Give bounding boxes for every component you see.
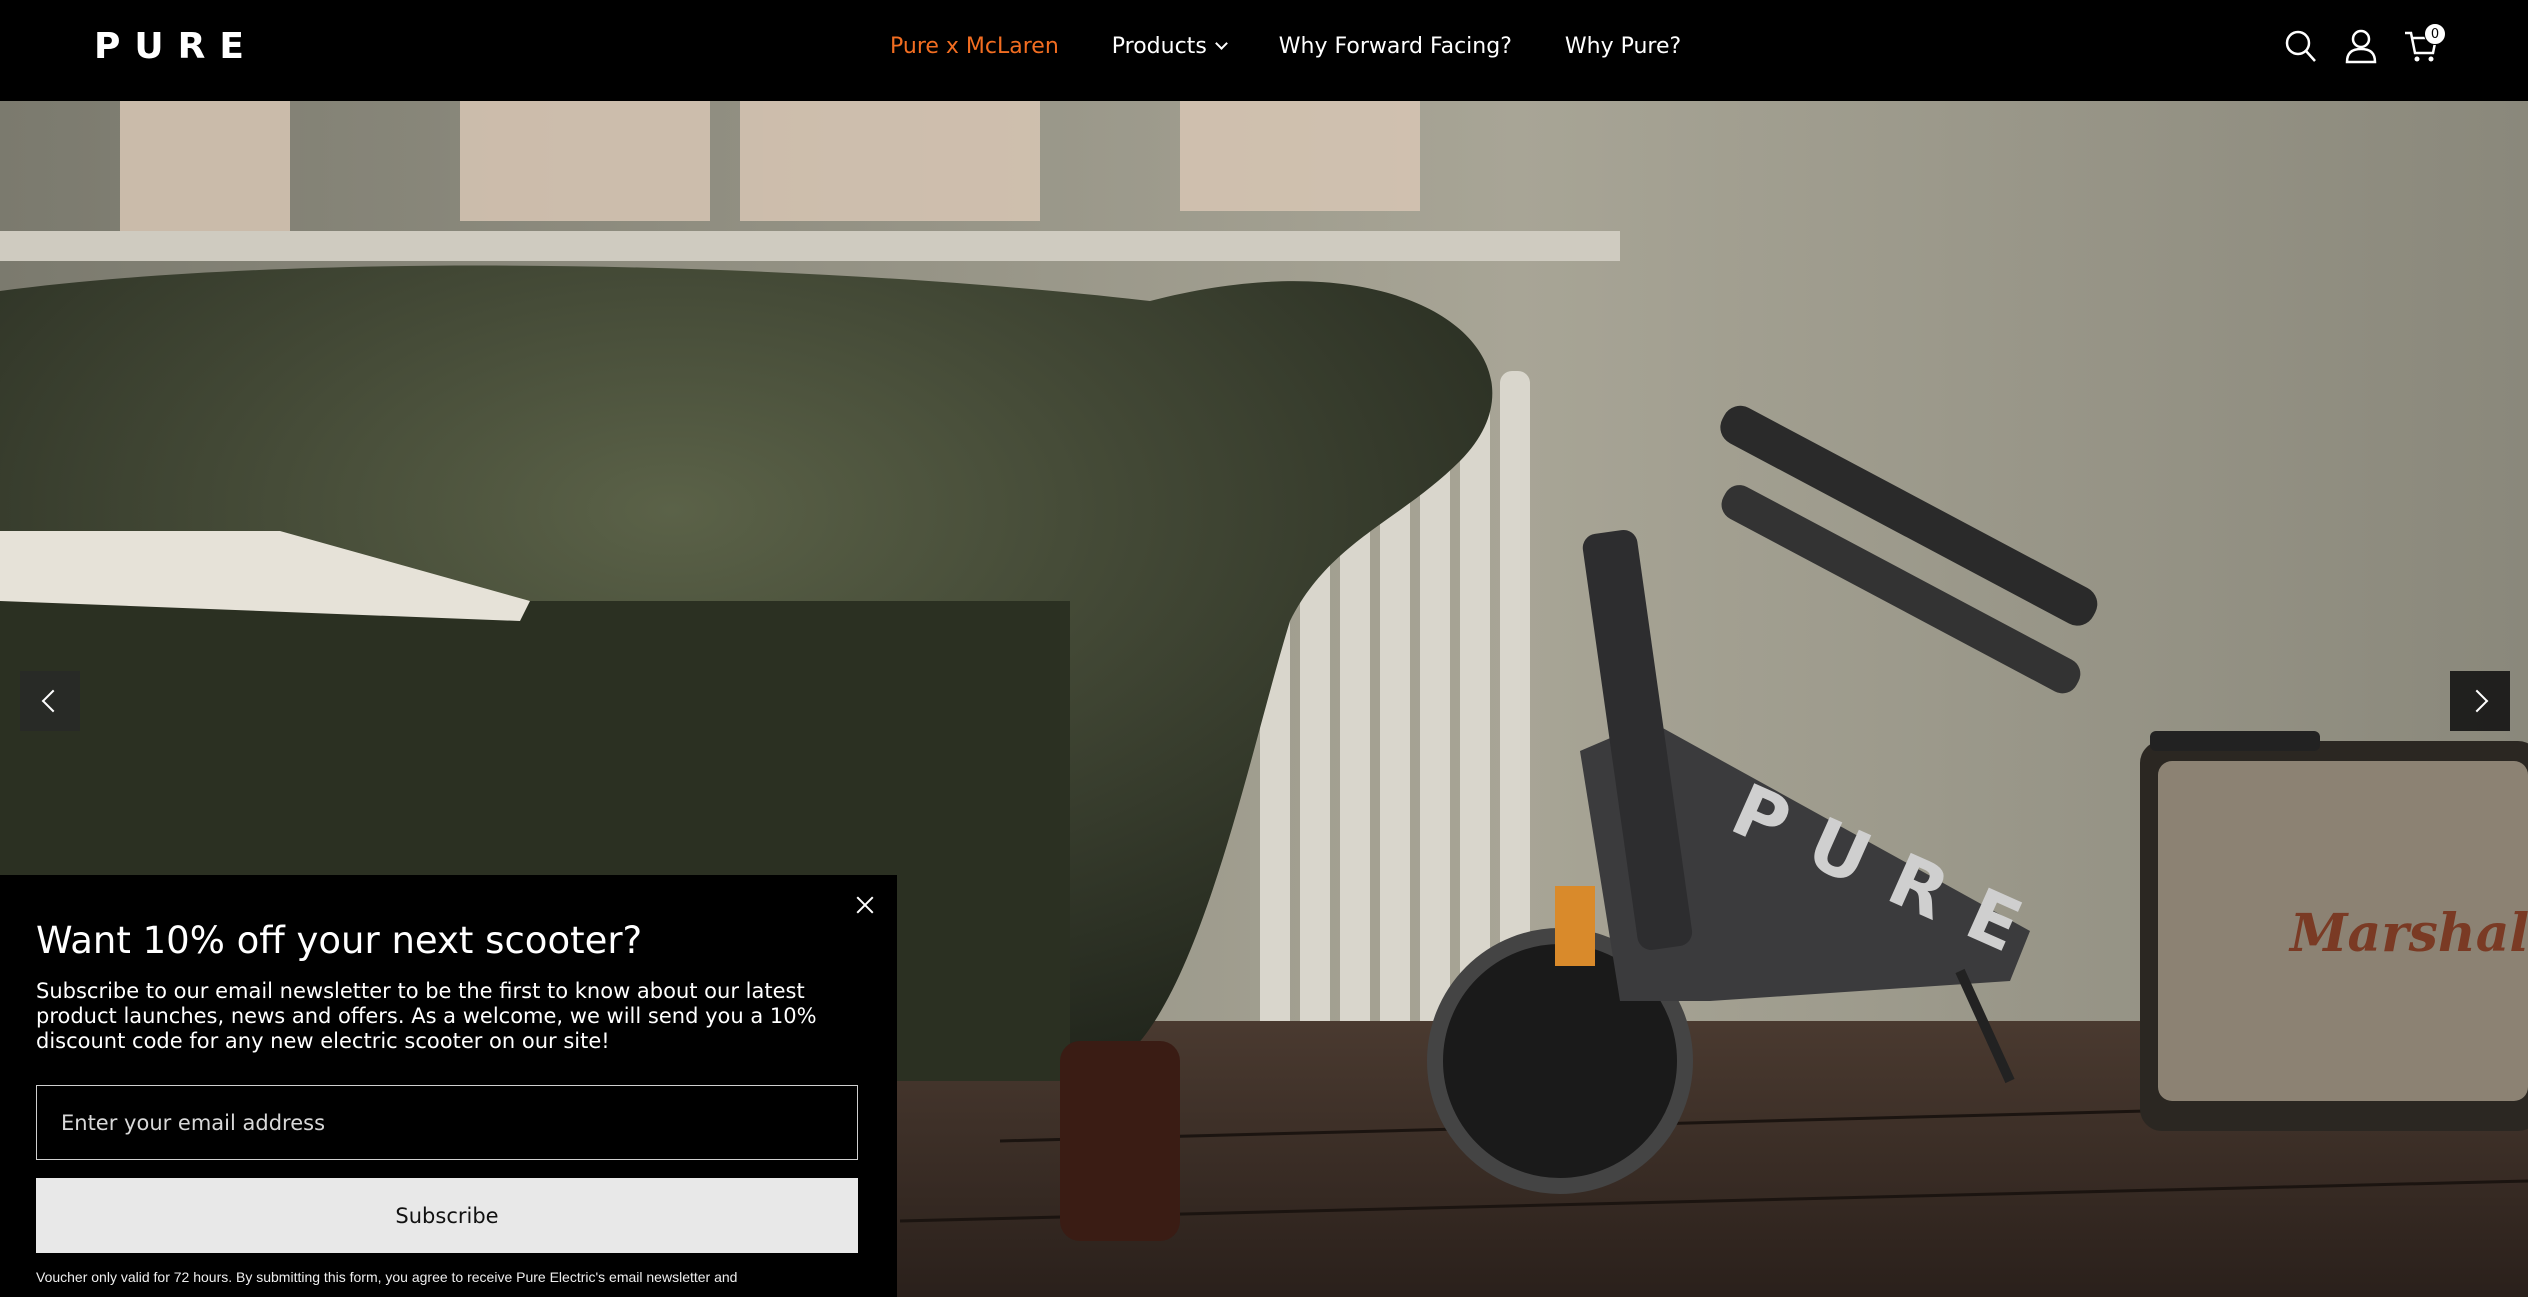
main-nav: Pure x McLaren Products Why Forward Faci… [890, 34, 1681, 59]
nav-item-why-forward-facing[interactable]: Why Forward Facing? [1279, 34, 1512, 59]
chevron-down-icon [1214, 37, 1228, 50]
chevron-right-icon [2465, 689, 2489, 713]
search-icon[interactable] [2284, 28, 2318, 64]
subscribe-button[interactable]: Subscribe [36, 1178, 858, 1253]
cart-count-badge: 0 [2424, 23, 2446, 45]
speaker: Marshall [2140, 731, 2528, 1131]
close-icon[interactable] [853, 893, 877, 917]
site-header: PURE Pure x McLaren Products Why Forward… [0, 0, 2528, 101]
nav-item-pure-x-mclaren[interactable]: Pure x McLaren [890, 34, 1059, 59]
previous-slide-button[interactable] [20, 671, 80, 731]
voucher-fineprint: Voucher only valid for 72 hours. By subm… [36, 1269, 738, 1285]
speaker-branding: Marshall [2288, 903, 2528, 964]
popup-description: Subscribe to our email newsletter to be … [36, 979, 817, 1053]
cart-icon[interactable]: 0 [2404, 23, 2446, 64]
nav-item-why-pure[interactable]: Why Pure? [1565, 34, 1681, 59]
email-field[interactable] [36, 1085, 858, 1160]
account-icon[interactable] [2344, 28, 2378, 64]
site-logo[interactable]: PURE [94, 26, 258, 67]
newsletter-popup: Want 10% off your next scooter? Subscrib… [0, 875, 897, 1297]
chevron-left-icon [41, 689, 65, 713]
next-slide-button[interactable] [2450, 671, 2510, 731]
nav-item-products[interactable]: Products [1111, 34, 1228, 59]
header-icons: 0 [2284, 23, 2446, 64]
nav-item-products-label: Products [1111, 34, 1207, 59]
popup-title: Want 10% off your next scooter? [36, 919, 643, 962]
